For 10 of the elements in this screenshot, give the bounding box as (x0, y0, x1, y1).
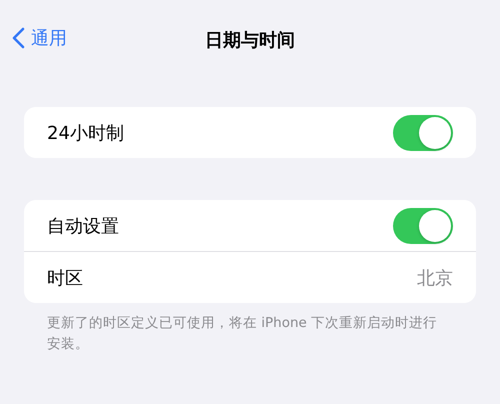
row-value: 北京 (417, 266, 453, 290)
row-label: 时区 (47, 266, 83, 290)
back-button[interactable]: 通用 (12, 26, 67, 50)
toggle-switch[interactable] (393, 114, 453, 150)
toggle-switch[interactable] (393, 208, 453, 244)
chevron-left-icon (12, 27, 25, 49)
footer-note: 更新了的时区定义已可使用，将在 iPhone 下次重新启动时进行安装。 (46, 314, 438, 354)
row-label: 24小时制 (47, 122, 124, 144)
page-title: 日期与时间 (205, 29, 295, 52)
row-label: 自动设置 (47, 214, 119, 238)
